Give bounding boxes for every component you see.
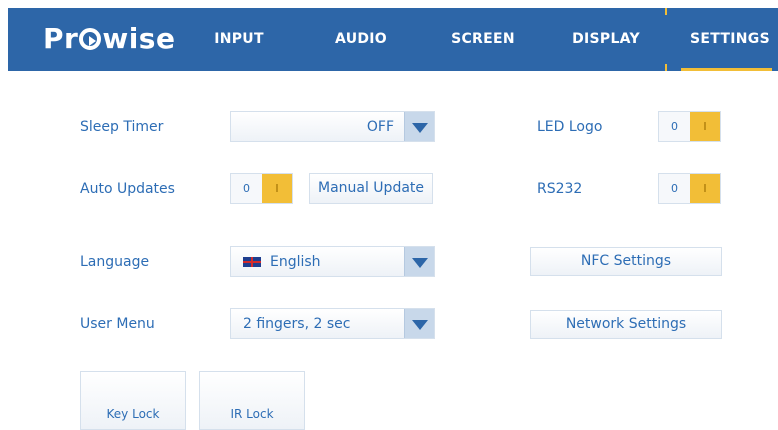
ir-lock-button[interactable]: IR Lock xyxy=(199,371,305,430)
prowise-logo: Pr wise xyxy=(43,22,176,55)
user-menu-label: User Menu xyxy=(80,316,155,332)
key-lock-button[interactable]: Key Lock xyxy=(80,371,186,430)
sleep-timer-select[interactable]: OFF xyxy=(230,111,435,142)
chevron-down-icon[interactable] xyxy=(404,112,434,141)
user-menu-select[interactable]: 2 fingers, 2 sec xyxy=(230,308,435,339)
ir-lock-label: IR Lock xyxy=(230,407,274,421)
tab-settings[interactable]: SETTINGS xyxy=(686,8,774,71)
top-nav-bar: Pr wise INPUT AUDIO SCREEN DISPLAY SETTIN… xyxy=(8,8,778,71)
sleep-timer-label: Sleep Timer xyxy=(80,119,164,135)
toggle-off[interactable]: 0 xyxy=(231,174,262,203)
rs232-label: RS232 xyxy=(537,181,583,197)
auto-updates-toggle[interactable]: 0 I xyxy=(230,173,293,204)
network-settings-button[interactable]: Network Settings xyxy=(530,310,722,339)
nfc-settings-button[interactable]: NFC Settings xyxy=(530,247,722,276)
tab-audio[interactable]: AUDIO xyxy=(328,8,394,71)
toggle-off[interactable]: 0 xyxy=(659,112,690,141)
sleep-timer-value: OFF xyxy=(366,119,394,135)
led-logo-toggle[interactable]: 0 I xyxy=(658,111,721,142)
tab-input[interactable]: INPUT xyxy=(207,8,271,71)
toggle-on[interactable]: I xyxy=(690,112,720,141)
chevron-down-icon[interactable] xyxy=(404,309,434,338)
tab-screen[interactable]: SCREEN xyxy=(449,8,517,71)
tab-display[interactable]: DISPLAY xyxy=(570,8,642,71)
language-value: English xyxy=(270,254,321,270)
manual-update-button[interactable]: Manual Update xyxy=(309,173,433,204)
toggle-on[interactable]: I xyxy=(690,174,720,203)
language-label: Language xyxy=(80,254,150,270)
language-select[interactable]: English xyxy=(230,246,435,277)
toggle-off[interactable]: 0 xyxy=(659,174,690,203)
led-logo-label: LED Logo xyxy=(537,119,603,135)
auto-updates-label: Auto Updates xyxy=(80,181,175,197)
toggle-on[interactable]: I xyxy=(262,174,292,203)
chevron-down-icon[interactable] xyxy=(404,247,434,276)
uk-flag-icon xyxy=(243,257,261,267)
user-menu-value: 2 fingers, 2 sec xyxy=(243,316,351,332)
logo-ring-icon xyxy=(79,28,102,50)
rs232-toggle[interactable]: 0 I xyxy=(658,173,721,204)
key-lock-label: Key Lock xyxy=(106,407,160,421)
